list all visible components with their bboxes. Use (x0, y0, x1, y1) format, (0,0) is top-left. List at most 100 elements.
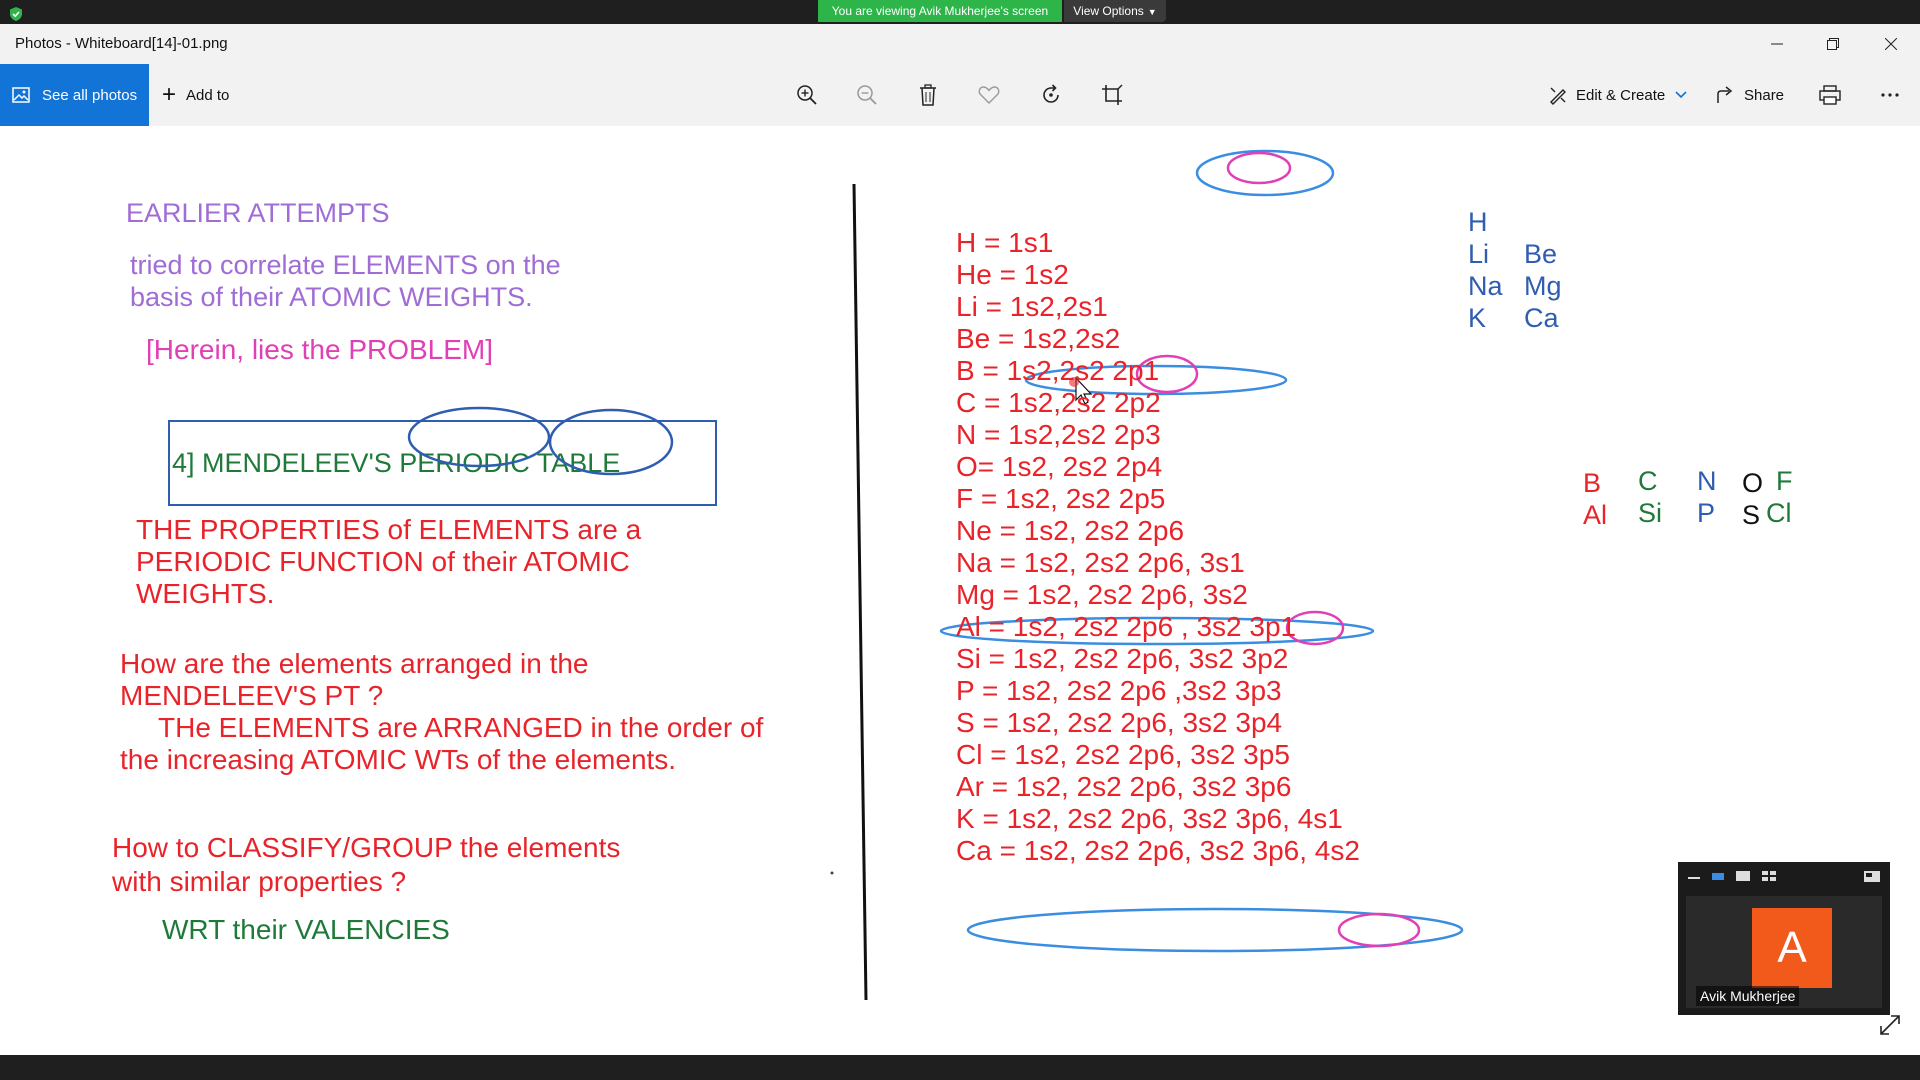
restore-button[interactable] (1806, 24, 1860, 64)
zoom-in-button[interactable] (793, 81, 821, 109)
group2-element: Mg (1524, 271, 1562, 301)
see-all-photos-button[interactable]: See all photos (0, 64, 149, 126)
see-all-photos-label: See all photos (42, 86, 138, 104)
electron-config-line: Ca = 1s2, 2s2 2p6, 3s2 3p6, 4s2 (956, 835, 1360, 866)
avatar: A (1752, 908, 1832, 988)
speaker-view-icon (1736, 871, 1750, 881)
electron-config-line: C = 1s2,2s2 2p2 (956, 387, 1161, 418)
print-button[interactable] (1816, 81, 1844, 109)
group1-element: H (1468, 207, 1488, 237)
electron-config-line: Li = 1s2,2s1 (956, 291, 1108, 322)
electron-config-line: Ne = 1s2, 2s2 2p6 (956, 515, 1185, 546)
group2-element: Ca (1524, 303, 1559, 333)
minimize-icon (1688, 877, 1700, 879)
p-block-s: S (1742, 500, 1761, 530)
participant-name: Avik Mukherjee (1696, 986, 1800, 1006)
video-layout-icons (1688, 871, 1880, 882)
close-icon (1885, 38, 1897, 50)
expand-icon[interactable] (1878, 1013, 1902, 1037)
video-controls (1678, 862, 1890, 890)
top-blue-ellipse (1195, 149, 1335, 197)
toolbar: See all photos + Add to Edit & Create Sh… (0, 64, 1920, 126)
edit-create-label: Edit & Create (1576, 86, 1666, 104)
table-circle (548, 408, 674, 476)
zoom-out-button[interactable] (853, 81, 881, 109)
chevron-down-icon (1675, 91, 1687, 99)
share-button[interactable]: Share (1716, 64, 1784, 126)
zoom-out-icon (857, 85, 877, 105)
window-title: Photos - Whiteboard[14]-01.png (15, 35, 228, 52)
title-bar: Photos - Whiteboard[14]-01.png (0, 24, 1920, 64)
gallery-view-icon (1770, 877, 1776, 881)
top-pink-ellipse (1226, 151, 1292, 185)
group2-element: Be (1524, 239, 1558, 269)
crop-button[interactable] (1098, 81, 1126, 109)
whiteboard-image: EARLIER ATTEMPTS tried to correlate ELEM… (0, 126, 1920, 1055)
rotate-button[interactable] (1037, 81, 1065, 109)
stray-dot (830, 871, 834, 875)
minimize-button[interactable] (1750, 24, 1804, 64)
electron-config-line: Si = 1s2, 2s2 2p6, 3s2 3p2 (956, 643, 1289, 674)
electron-config-line: Al = 1s2, 2s2 2p6 , 3s2 3p1 (956, 611, 1297, 642)
delete-icon (920, 84, 936, 106)
electron-config-line: Ar = 1s2, 2s2 2p6, 3s2 3p6 (956, 771, 1292, 802)
electron-config-line: H = 1s1 (956, 227, 1054, 258)
view-options-button[interactable]: View Options ▼ (1064, 0, 1166, 22)
bottom-pink-ellipse (1337, 912, 1421, 948)
electron-config-line: K = 1s2, 2s2 2p6, 3s2 3p6, 4s1 (956, 803, 1343, 834)
favorite-icon (978, 86, 1000, 104)
group1-element: Li (1468, 239, 1490, 269)
close-button[interactable] (1864, 24, 1918, 64)
electron-config-line: F = 1s2, 2s2 2p5 (956, 483, 1166, 514)
electron-config-line: Mg = 1s2, 2s2 2p6, 3s2 (956, 579, 1248, 610)
plus-icon: + (162, 81, 177, 108)
minimize-icon (1771, 43, 1783, 45)
participant-video[interactable]: A Avik Mukherjee (1678, 862, 1890, 1015)
crop-icon (1102, 84, 1123, 105)
group1-list: H Li Na K (1468, 206, 1503, 334)
share-banner: You are viewing Avik Mukherjee's screen (818, 0, 1062, 22)
more-icon (1881, 93, 1899, 97)
group1-element: K (1468, 303, 1487, 333)
bottom-bar (0, 1055, 1920, 1080)
single-view-icon (1712, 873, 1724, 880)
restore-icon (1827, 38, 1839, 50)
divider-line (852, 183, 868, 1001)
electron-config-line: B = 1s2,2s2 2p1 (956, 355, 1160, 386)
p-block-o: O (1742, 468, 1764, 498)
p-block-al: Al (1583, 500, 1608, 530)
periodic-circle (407, 406, 551, 468)
edit-create-icon (1550, 87, 1566, 105)
group2-list: Be Mg Ca (1524, 238, 1562, 334)
p-block-b: B (1583, 468, 1602, 498)
electron-config-line: Be = 1s2,2s2 (956, 323, 1121, 354)
zoom-in-icon (797, 85, 817, 105)
electron-config-line: O= 1s2, 2s2 2p4 (956, 451, 1163, 482)
shield-icon (10, 7, 22, 21)
electron-config-line: Cl = 1s2, 2s2 2p6, 3s2 3p5 (956, 739, 1290, 770)
electron-config-line: P = 1s2, 2s2 2p6 ,3s2 3p3 (956, 675, 1282, 706)
p-block-cl: Cl (1766, 498, 1792, 528)
video-tile: A Avik Mukherjee (1686, 896, 1882, 1008)
p-block-si: Si (1638, 498, 1663, 528)
share-label: Share (1744, 86, 1785, 104)
add-to-button[interactable]: + Add to (162, 64, 229, 126)
print-icon (1819, 85, 1841, 105)
group1-element: Na (1468, 271, 1503, 301)
screen-share-bar: You are viewing Avik Mukherjee's screen … (0, 0, 1920, 24)
photos-icon (12, 87, 30, 103)
edit-create-button[interactable]: Edit & Create (1548, 64, 1695, 126)
favorite-button[interactable] (975, 81, 1003, 109)
electron-config-line: He = 1s2 (956, 259, 1069, 290)
delete-button[interactable] (914, 81, 942, 109)
view-options-label: View Options (1073, 4, 1144, 18)
more-button[interactable] (1876, 81, 1904, 109)
chevron-down-icon: ▼ (1147, 7, 1157, 17)
p-block-f: F (1776, 466, 1793, 496)
share-icon (1717, 86, 1733, 103)
rotate-icon (1043, 84, 1059, 103)
electron-config-line: S = 1s2, 2s2 2p6, 3s2 3p4 (956, 707, 1283, 738)
p-block-c: C (1638, 466, 1658, 496)
electron-config-line: N = 1s2,2s2 2p3 (956, 419, 1161, 450)
p-block-n: N (1697, 466, 1717, 496)
